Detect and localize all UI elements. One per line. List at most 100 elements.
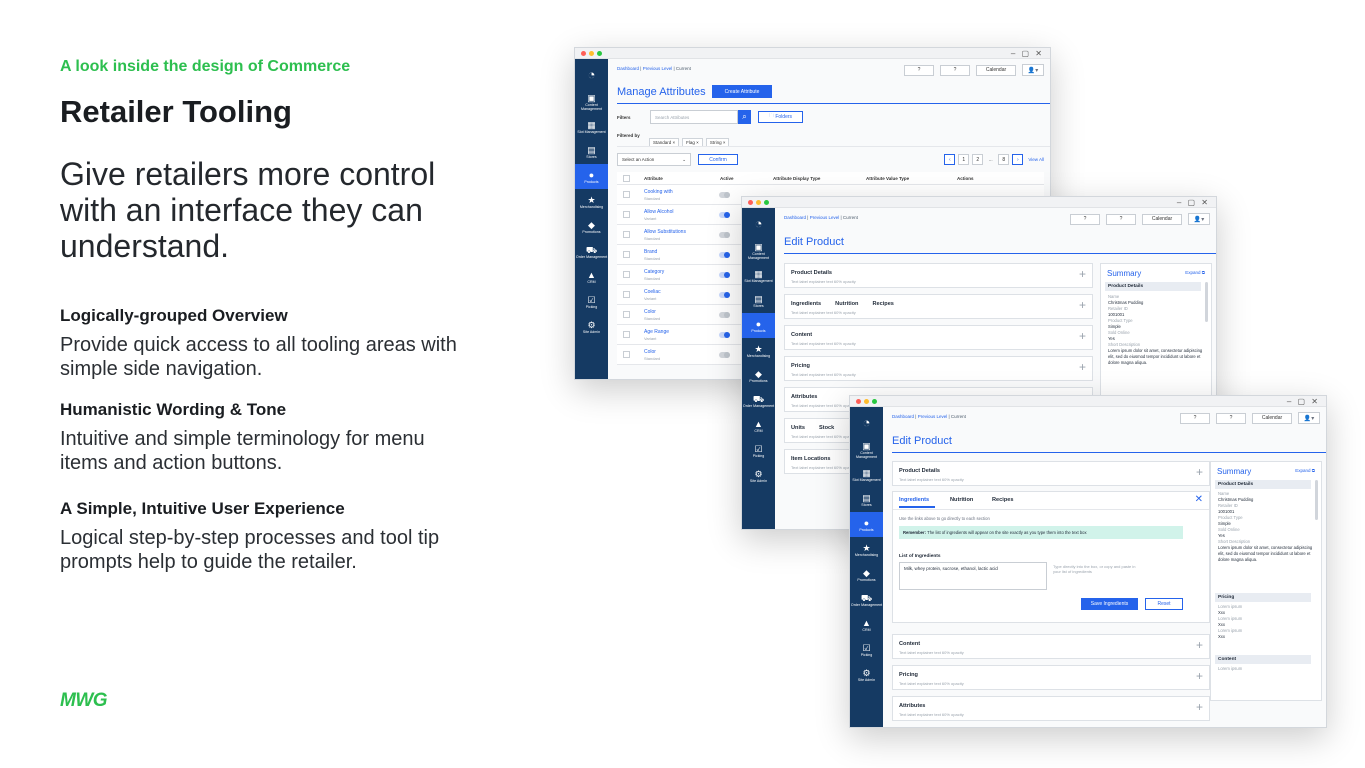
row-checkbox[interactable] — [623, 211, 630, 218]
app-logo-icon[interactable]: ◔ — [850, 407, 883, 437]
app-logo-icon[interactable]: ◔ — [575, 59, 608, 89]
page-number[interactable]: 1 — [958, 154, 970, 165]
sidebar-item-order-management[interactable]: ⛟ Order Management — [742, 388, 775, 413]
minimize-dot[interactable] — [589, 51, 594, 56]
card-title-part[interactable]: Units — [791, 425, 805, 431]
user-avatar-icon[interactable]: 👤▾ — [1298, 412, 1320, 424]
select-action-dropdown[interactable]: Select an Action ⌄ — [617, 153, 691, 166]
active-toggle[interactable] — [719, 212, 730, 218]
window-controls-icon[interactable]: ‒ ▢ ✕ — [1177, 197, 1210, 208]
expand-plus-icon[interactable]: + — [1196, 639, 1203, 651]
user-avatar-icon[interactable]: 👤▾ — [1188, 213, 1210, 225]
attribute-name-link[interactable]: Color — [644, 349, 656, 355]
filters-label[interactable]: Filters — [617, 115, 631, 120]
reset-button[interactable]: Reset — [1145, 598, 1183, 610]
calendar-button[interactable]: Calendar — [1142, 213, 1182, 225]
expand-plus-icon[interactable]: + — [1079, 330, 1086, 342]
expand-plus-icon[interactable]: + — [1079, 268, 1086, 280]
card-title-part[interactable]: Recipes — [872, 301, 893, 307]
help-button[interactable]: ? — [1070, 213, 1100, 225]
sidebar-item-site-admin[interactable]: ⚙ Site Admin — [850, 662, 883, 687]
card-title-part[interactable]: Pricing — [899, 672, 918, 678]
sidebar-item-products[interactable]: ● Products — [850, 512, 883, 537]
expand-plus-icon[interactable]: + — [1079, 361, 1086, 373]
attribute-name-link[interactable]: Allow Alcohol — [644, 209, 673, 215]
row-checkbox[interactable] — [623, 291, 630, 298]
next-page-icon[interactable]: › — [1012, 154, 1024, 165]
sidebar-item-stores[interactable]: ▤ Stores — [742, 288, 775, 313]
maximize-dot[interactable] — [597, 51, 602, 56]
help-button[interactable]: ? — [1180, 412, 1210, 424]
sidebar-item-crm[interactable]: ▲ CRM — [742, 413, 775, 438]
search-icon[interactable]: ⌕ — [738, 110, 751, 124]
section-card[interactable]: Content Text label explainer text 60% opa… — [892, 634, 1210, 659]
section-card[interactable]: Ingredients Nutrition Recipes Text label ex… — [784, 294, 1093, 319]
sidebar-item-merchandising[interactable]: ★ Merchandising — [575, 189, 608, 214]
row-checkbox[interactable] — [623, 231, 630, 238]
sidebar-item-crm[interactable]: ▲ CRM — [850, 612, 883, 637]
sidebar-item-picking[interactable]: ☑ Picking — [575, 289, 608, 314]
close-dot[interactable] — [856, 399, 861, 404]
calendar-button[interactable]: Calendar — [976, 64, 1016, 76]
sidebar-item-stores[interactable]: ▤ Stores — [575, 139, 608, 164]
search-input[interactable]: Search Attributes — [650, 110, 738, 124]
attribute-name-link[interactable]: Color — [644, 309, 656, 315]
minimize-dot[interactable] — [864, 399, 869, 404]
help-button[interactable]: ? — [904, 64, 934, 76]
section-card[interactable]: Content Text label explainer text 60% opa… — [784, 325, 1093, 350]
sidebar-item-site-admin[interactable]: ⚙ Site Admin — [575, 314, 608, 339]
attribute-name-link[interactable]: Allow Substitutions — [644, 229, 686, 235]
create-attribute-button[interactable]: Create Attribute — [712, 85, 772, 98]
card-title-part[interactable]: Attributes — [791, 394, 817, 400]
row-checkbox[interactable] — [623, 191, 630, 198]
tab-nutrition[interactable]: Nutrition — [950, 497, 973, 503]
expand-link[interactable]: Expand ⧉ — [1295, 468, 1315, 473]
sidebar-item-order-management[interactable]: ⛟ Order Management — [850, 587, 883, 612]
help-button[interactable]: ? — [1106, 213, 1136, 225]
close-dot[interactable] — [581, 51, 586, 56]
card-title-part[interactable]: Pricing — [791, 363, 810, 369]
card-title-part[interactable]: Ingredients — [791, 301, 821, 307]
calendar-button[interactable]: Calendar — [1252, 412, 1292, 424]
sidebar-item-content-management[interactable]: ▣ Content Management — [850, 437, 883, 462]
sidebar-item-content-management[interactable]: ▣ Content Management — [575, 89, 608, 114]
minimize-dot[interactable] — [756, 200, 761, 205]
sidebar-item-slot-management[interactable]: ▦ Slot Management — [575, 114, 608, 139]
product-details-card[interactable]: Product Details Text label explainer tex… — [892, 461, 1210, 486]
sidebar-item-picking[interactable]: ☑ Picking — [850, 637, 883, 662]
card-title-part[interactable]: Attributes — [899, 703, 925, 709]
active-toggle[interactable] — [719, 272, 730, 278]
active-toggle[interactable] — [719, 292, 730, 298]
sidebar-item-promotions[interactable]: ◆ Promotions — [742, 363, 775, 388]
attribute-name-link[interactable]: Category — [644, 269, 664, 275]
section-card[interactable]: Pricing Text label explainer text 60% opa… — [784, 356, 1093, 381]
sidebar-item-products[interactable]: ● Products — [742, 313, 775, 338]
maximize-dot[interactable] — [872, 399, 877, 404]
card-title-part[interactable]: Item Locations — [791, 456, 830, 462]
sidebar-item-order-management[interactable]: ⛟ Order Management — [575, 239, 608, 264]
user-avatar-icon[interactable]: 👤▾ — [1022, 64, 1044, 76]
expand-link[interactable]: Expand ⧉ — [1185, 270, 1205, 275]
ingredients-textarea[interactable]: Milk, whey protein, sucrose, ethanol, la… — [899, 562, 1047, 590]
row-checkbox[interactable] — [623, 351, 630, 358]
window-controls-icon[interactable]: ‒ ▢ ✕ — [1287, 396, 1320, 407]
prev-page-icon[interactable]: ‹ — [944, 154, 956, 165]
save-ingredients-button[interactable]: Save Ingredients — [1081, 598, 1138, 610]
attribute-name-link[interactable]: Brand — [644, 249, 657, 255]
folders-button[interactable]: 🗀 Folders — [758, 111, 803, 123]
active-toggle[interactable] — [719, 232, 730, 238]
row-checkbox[interactable] — [623, 311, 630, 318]
close-dot[interactable] — [748, 200, 753, 205]
card-title-part[interactable]: Product Details — [791, 270, 832, 276]
sidebar-item-stores[interactable]: ▤ Stores — [850, 487, 883, 512]
select-all-checkbox[interactable] — [623, 175, 630, 182]
app-logo-icon[interactable]: ◔ — [742, 208, 775, 238]
sidebar-item-site-admin[interactable]: ⚙ Site Admin — [742, 463, 775, 488]
tab-ingredients[interactable]: Ingredients — [899, 497, 935, 508]
active-toggle[interactable] — [719, 332, 730, 338]
sidebar-item-slot-management[interactable]: ▦ Slot Management — [850, 462, 883, 487]
sidebar-item-merchandising[interactable]: ★ Merchandising — [742, 338, 775, 363]
sidebar-item-promotions[interactable]: ◆ Promotions — [850, 562, 883, 587]
expand-plus-icon[interactable]: + — [1196, 701, 1203, 713]
page-number[interactable]: 2 — [972, 154, 984, 165]
